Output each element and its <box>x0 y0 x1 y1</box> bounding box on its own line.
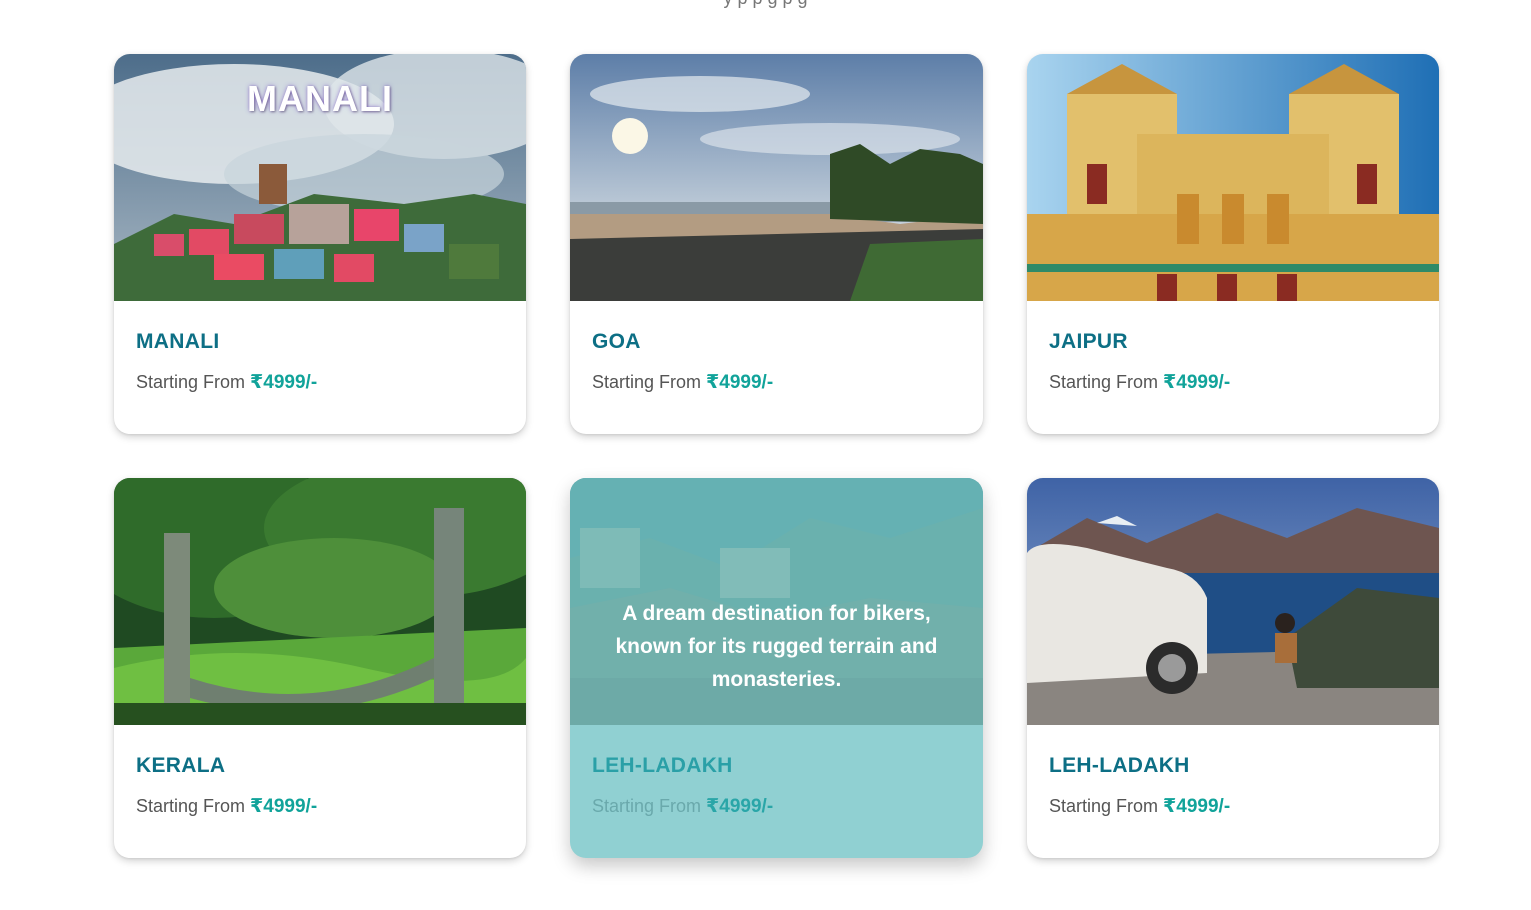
destination-card-jaipur[interactable]: JAIPUR Starting From ₹4999/- <box>1027 54 1439 434</box>
section-subtitle-cutoff: y p p g p g <box>0 0 1531 9</box>
price-line: Starting From ₹4999/- <box>592 369 961 396</box>
price-prefix: Starting From <box>136 796 246 816</box>
destination-image-manali: MANALI <box>114 54 526 301</box>
price-line: Starting From ₹4999/- <box>136 369 504 396</box>
destination-image-jaipur <box>1027 54 1439 301</box>
destination-title: GOA <box>592 330 641 353</box>
price-prefix: Starting From <box>1049 796 1159 816</box>
destination-card-manali[interactable]: MANALI MANALI Starting From ₹4999/- <box>114 54 526 434</box>
destination-card-leh-ladakh-hovered[interactable]: A dream destination for bikers, known fo… <box>570 478 983 858</box>
price-value: ₹4999/- <box>1163 372 1231 393</box>
price-line: Starting From ₹4999/- <box>1049 793 1417 820</box>
destination-card-goa[interactable]: GOA Starting From ₹4999/- <box>570 54 983 434</box>
price-value: ₹4999/- <box>250 372 318 393</box>
destination-grid: MANALI MANALI Starting From ₹4999/- GOA … <box>114 54 1439 858</box>
price-value: ₹4999/- <box>250 796 318 817</box>
price-line: Starting From ₹4999/- <box>1049 369 1417 396</box>
destination-image-leh-ladakh-lake <box>1027 478 1439 725</box>
price-line: Starting From ₹4999/- <box>136 793 504 820</box>
destination-title: LEH-LADAKH <box>1049 754 1190 777</box>
price-value: ₹4999/- <box>706 796 774 817</box>
hover-description: A dream destination for bikers, known fo… <box>615 602 938 691</box>
price-prefix: Starting From <box>1049 372 1159 392</box>
price-prefix: Starting From <box>592 372 702 392</box>
price-line: Starting From ₹4999/- <box>592 793 961 820</box>
price-value: ₹4999/- <box>706 372 774 393</box>
destination-card-kerala[interactable]: KERALA Starting From ₹4999/- <box>114 478 526 858</box>
destination-title: JAIPUR <box>1049 330 1128 353</box>
destination-card-leh-ladakh[interactable]: LEH-LADAKH Starting From ₹4999/- <box>1027 478 1439 858</box>
destination-image-goa <box>570 54 983 301</box>
image-caption: MANALI <box>247 78 393 119</box>
price-value: ₹4999/- <box>1163 796 1231 817</box>
price-prefix: Starting From <box>136 372 246 392</box>
destination-image-leh-ladakh-monastery: A dream destination for bikers, known fo… <box>570 478 983 725</box>
destination-title: KERALA <box>136 754 226 777</box>
destination-title: LEH-LADAKH <box>592 754 733 777</box>
destination-title: MANALI <box>136 330 220 353</box>
price-prefix: Starting From <box>592 796 702 816</box>
hover-overlay: A dream destination for bikers, known fo… <box>570 478 983 725</box>
destination-image-kerala <box>114 478 526 725</box>
